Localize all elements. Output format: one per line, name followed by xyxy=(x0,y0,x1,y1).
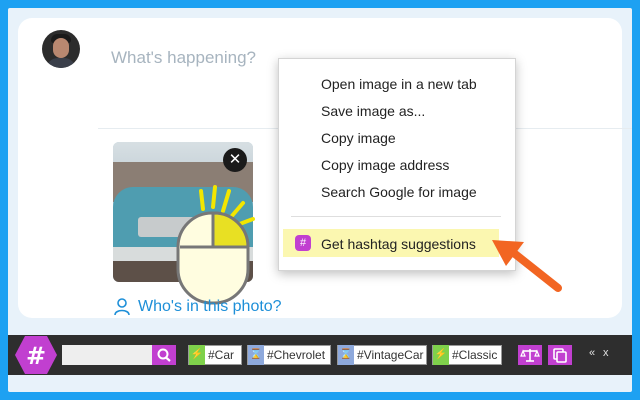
avatar-face xyxy=(53,38,69,58)
menu-item-open-new-tab[interactable]: Open image in a new tab xyxy=(321,76,477,92)
tag-chip[interactable]: ⚡ #Car xyxy=(188,345,242,365)
menu-item-copy-image[interactable]: Copy image xyxy=(321,130,396,146)
hashtag-logo-icon[interactable]: # xyxy=(14,333,58,377)
tag-people-link[interactable]: Who's in this photo? xyxy=(114,298,282,316)
pointer-arrow-icon xyxy=(492,240,562,292)
hashtag-search-input[interactable] xyxy=(62,345,152,365)
close-toolbar-button[interactable]: x xyxy=(603,347,609,359)
mouse-click-icon xyxy=(176,185,255,305)
lightning-icon: ⚡ xyxy=(189,345,205,365)
tag-people-label: Who's in this photo? xyxy=(138,298,282,315)
menu-item-get-hashtags[interactable]: Get hashtag suggestions xyxy=(321,236,476,252)
copy-button[interactable] xyxy=(548,345,572,365)
tag-chip[interactable]: ⚡ #Classic xyxy=(432,345,502,365)
scale-button[interactable] xyxy=(518,345,542,365)
collapse-button[interactable]: « xyxy=(589,347,595,359)
copy-icon xyxy=(553,348,567,363)
tag-chip[interactable]: ⌛ #Chevrolet xyxy=(247,345,331,365)
tag-label: #Chevrolet xyxy=(267,348,326,362)
menu-item-search-google[interactable]: Search Google for image xyxy=(321,184,477,200)
hashtag-toolbar: # ⚡ #Car ⌛ #Chevrolet ⌛ #VintageCar ⚡ #C… xyxy=(8,335,632,375)
avatar[interactable] xyxy=(42,30,80,68)
hashtag-badge-icon: # xyxy=(295,235,311,251)
logo-symbol: # xyxy=(26,342,46,370)
tag-label: #Car xyxy=(208,348,235,362)
search-icon xyxy=(157,348,171,362)
user-icon xyxy=(114,298,130,316)
tag-label: #Classic xyxy=(452,348,498,362)
avatar-shirt xyxy=(46,58,76,68)
hourglass-icon: ⌛ xyxy=(248,345,264,365)
compose-input[interactable]: What's happening? xyxy=(111,48,256,68)
search-button[interactable] xyxy=(152,345,176,365)
tweet-card: What's happening? ✕ Who's in this photo?… xyxy=(8,8,632,392)
hourglass-icon: ⌛ xyxy=(338,345,354,365)
tag-label: #VintageCar xyxy=(357,348,424,362)
app-frame: What's happening? ✕ Who's in this photo?… xyxy=(0,0,640,400)
menu-separator xyxy=(291,216,501,217)
lightning-icon: ⚡ xyxy=(433,345,449,365)
scale-icon xyxy=(520,349,540,362)
close-icon[interactable]: ✕ xyxy=(223,148,247,172)
tag-chip[interactable]: ⌛ #VintageCar xyxy=(337,345,427,365)
menu-item-save-image[interactable]: Save image as... xyxy=(321,103,425,119)
context-menu: Open image in a new tab Save image as...… xyxy=(278,58,516,271)
menu-item-copy-address[interactable]: Copy image address xyxy=(321,157,449,173)
